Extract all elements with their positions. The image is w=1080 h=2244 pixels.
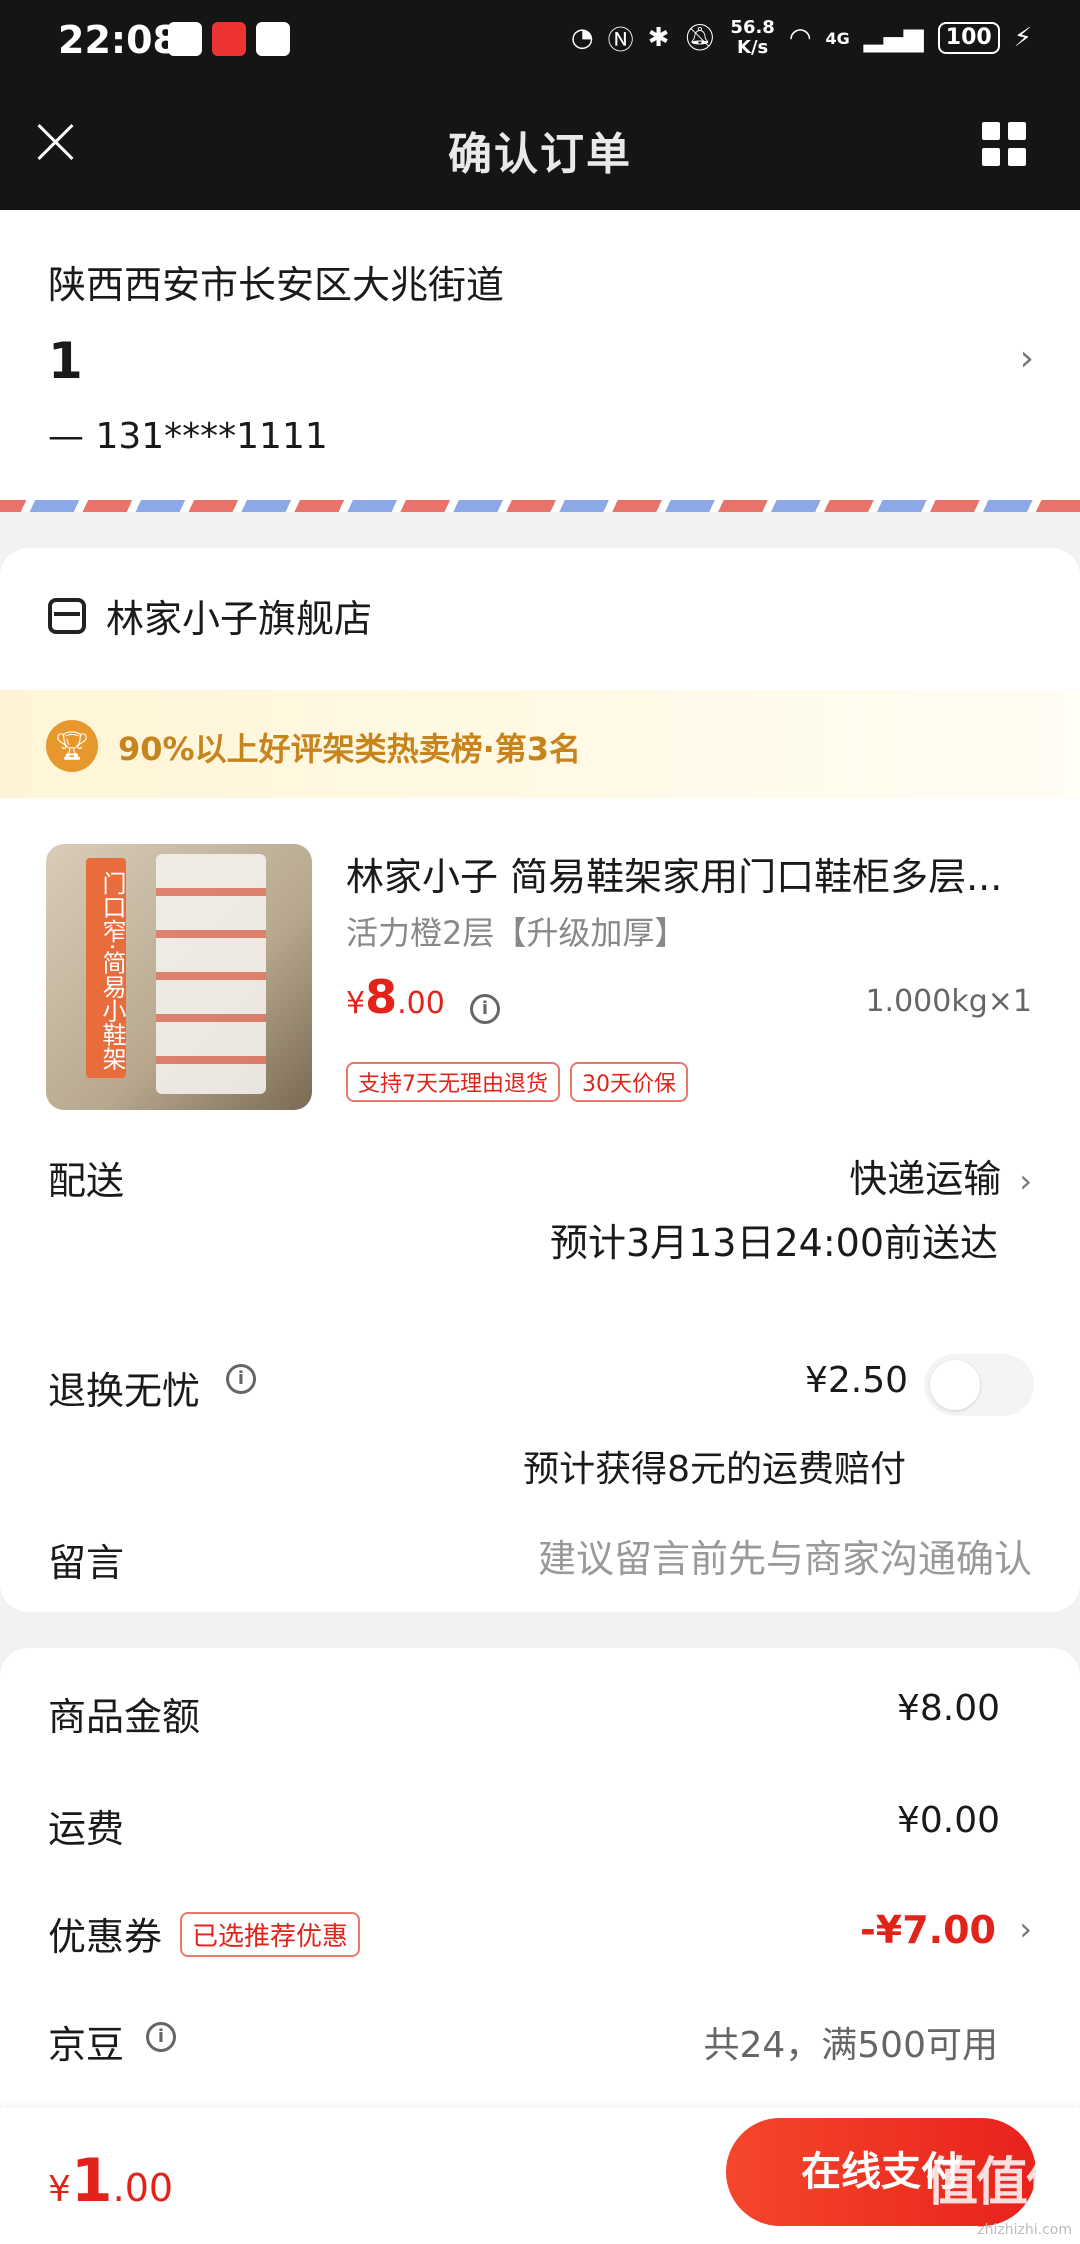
charging-icon: ⚡ — [1013, 23, 1032, 53]
goods-amount-label: 商品金额 — [48, 1695, 201, 1739]
coupon-label: 优惠券 — [48, 1915, 163, 1959]
price-symbol: ¥ — [346, 986, 366, 1021]
chevron-right-icon[interactable]: › — [1019, 1910, 1032, 1948]
coupon-value[interactable]: -¥7.00 — [860, 1908, 996, 1952]
return-service-toggle[interactable] — [924, 1354, 1034, 1416]
tag-return: 支持7天无理由退货 — [346, 1062, 560, 1102]
speed-value: 56.8 — [730, 17, 775, 38]
tag-price-protect: 30天价保 — [570, 1062, 688, 1102]
price-info-icon[interactable]: i — [469, 993, 500, 1024]
trophy-icon: 🏆︎ — [46, 720, 98, 772]
speed-unit: K/s — [737, 37, 769, 58]
rank-text: 90%以上好评架类热卖榜·第3名 — [118, 730, 582, 768]
page-title: 确认订单 — [448, 129, 632, 180]
total-symbol: ¥ — [48, 2169, 71, 2210]
app-notification-icon — [212, 22, 246, 56]
watermark-site: zhizhizhi.com — [977, 2222, 1072, 2238]
product-spec: 活力橙2层【升级加厚】 — [346, 914, 687, 952]
product-title[interactable]: 林家小子 简易鞋架家用门口鞋柜多层... — [346, 846, 1026, 901]
coupon-tag: 已选推荐优惠 — [180, 1912, 361, 1957]
product-image[interactable]: 门口窄·简易小鞋架 — [46, 844, 312, 1110]
product-price: ¥8.00 i — [346, 970, 500, 1024]
airmail-stripe — [0, 500, 1080, 512]
shipping-value: ¥0.00 — [896, 1800, 1000, 1841]
message-input[interactable]: 建议留言前先与商家沟通确认 — [538, 1528, 1032, 1583]
price-decimal: .00 — [397, 986, 445, 1021]
message-label: 留言 — [48, 1541, 125, 1585]
store-icon — [48, 597, 86, 634]
recipient-name: 1 — [48, 332, 83, 390]
jd-beans-info-icon[interactable]: i — [146, 2022, 176, 2052]
delivery-method-text: 快递运输 — [849, 1157, 1002, 1201]
store-name: 林家小子旗舰店 — [106, 597, 373, 641]
total-integer: 1 — [70, 2146, 113, 2216]
bottom-bar: ¥1.00 在线支付 — [0, 2108, 1080, 2244]
app-notification-icon — [256, 22, 290, 56]
mute-icon: 🔕︎ — [683, 23, 717, 53]
data-saver-icon: ◔ — [570, 23, 594, 53]
return-service-price: ¥2.50 — [804, 1360, 908, 1401]
recipient-phone: — 131****1111 — [48, 416, 328, 457]
app-notification-icon — [168, 22, 202, 56]
nfc-icon: Ⓝ — [607, 25, 634, 56]
network-type: 4G — [825, 28, 850, 48]
shipping-label: 运费 — [48, 1807, 125, 1851]
status-bar: 22:08 ◔ Ⓝ ✱ 🔕︎ 56.8 K/s ◠ 4G ▂▄▆ 100 ⚡ — [0, 0, 1080, 82]
total-decimal: .00 — [112, 2166, 174, 2210]
network-speed: 56.8 K/s — [730, 18, 774, 58]
bluetooth-icon: ✱ — [647, 23, 670, 53]
chevron-right-icon: › — [1019, 338, 1034, 379]
status-time: 22:08 — [58, 18, 179, 62]
delivery-label: 配送 — [48, 1159, 125, 1203]
status-right: ◔ Ⓝ ✱ 🔕︎ 56.8 K/s ◠ 4G ▂▄▆ 100 ⚡ — [571, 18, 1032, 58]
address-line: 陕西西安市长安区大兆街道 — [48, 263, 505, 307]
price-integer: 8 — [365, 970, 398, 1024]
return-service-note: 预计获得8元的运费赔付 — [523, 1449, 906, 1490]
product-weight-quantity: 1.000kg×1 — [865, 984, 1032, 1019]
total-price: ¥1.00 — [48, 2146, 173, 2216]
fee-summary-card: 商品金额 ¥8.00 运费 ¥0.00 优惠券 已选推荐优惠 -¥7.00 › … — [0, 1648, 1080, 2128]
signal-icon: ▂▄▆ — [863, 23, 924, 53]
wifi-icon: ◠ — [788, 23, 812, 53]
product-image-banner: 门口窄·简易小鞋架 — [86, 858, 126, 1078]
watermark-logo: 值值值 — [925, 2153, 1078, 2213]
nav-bar: 确认订单 — [0, 100, 1080, 200]
notification-icons — [168, 22, 290, 56]
jd-beans-label: 京豆 — [48, 2023, 125, 2067]
delivery-eta: 预计3月13日24:00前送达 — [549, 1221, 998, 1265]
store-header[interactable]: 林家小子旗舰店 — [48, 588, 372, 643]
rank-banner[interactable]: 🏆︎ 90%以上好评架类热卖榜·第3名 — [0, 690, 1080, 798]
jd-beans-value: 共24，满500可用 — [703, 2025, 998, 2066]
grid-menu-icon[interactable] — [982, 122, 1026, 166]
order-card: 林家小子旗舰店 🏆︎ 90%以上好评架类热卖榜·第3名 门口窄·简易小鞋架 林家… — [0, 548, 1080, 1612]
goods-amount-value: ¥8.00 — [896, 1688, 1000, 1729]
top-bar: 22:08 ◔ Ⓝ ✱ 🔕︎ 56.8 K/s ◠ 4G ▂▄▆ 100 ⚡ 确… — [0, 0, 1080, 210]
delivery-method[interactable]: 快递运输 › — [849, 1148, 1032, 1203]
return-service-label: 退换无忧 — [48, 1369, 201, 1413]
product-tags: 支持7天无理由退货 30天价保 — [346, 1062, 688, 1102]
address-card[interactable]: 陕西西安市长安区大兆街道 1 — 131****1111 › — [0, 210, 1080, 510]
return-info-icon[interactable]: i — [226, 1364, 256, 1394]
battery-level: 100 — [937, 22, 1000, 54]
shoe-rack-illustration — [156, 854, 266, 1094]
chevron-right-icon: › — [1019, 1162, 1032, 1200]
